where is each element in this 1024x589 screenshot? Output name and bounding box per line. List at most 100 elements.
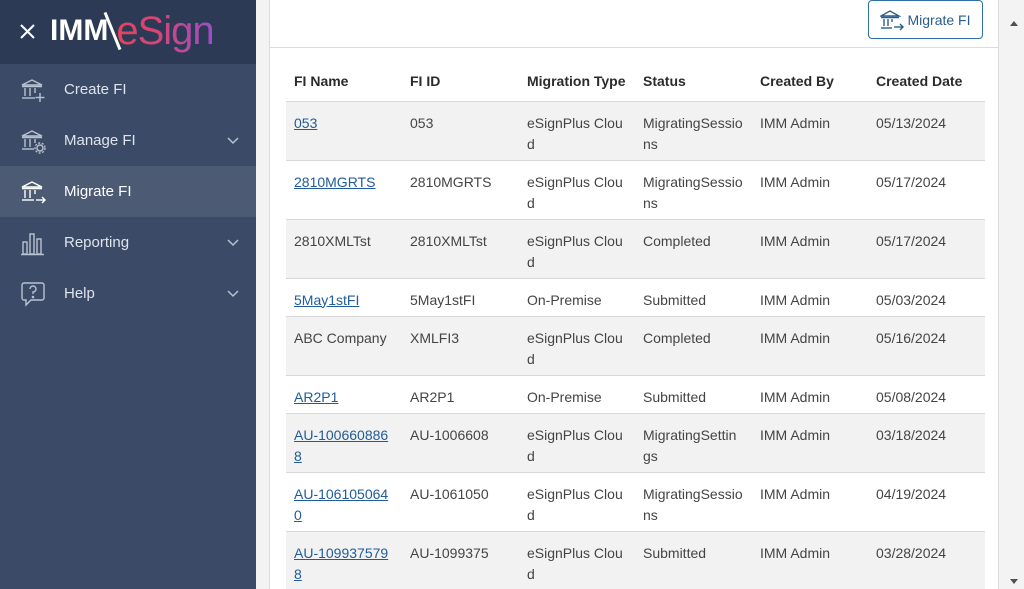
fi-name-link[interactable]: AU-1061050640: [294, 486, 388, 523]
cell-fi-id: 5May1stFI: [402, 278, 519, 317]
cell-migration-type: eSignPlus Cloud: [519, 101, 635, 161]
table-header-row: FI Name FI ID Migration Type Status Crea…: [286, 62, 985, 102]
cell-migration-type: On-Premise: [519, 375, 635, 414]
help-bubble-icon: [21, 282, 45, 307]
cell-created-by: IMM Admin: [752, 413, 868, 473]
sidebar-item-label: Help: [64, 285, 95, 302]
migrate-fi-button-label: Migrate FI: [907, 11, 971, 28]
table-row: 053 053 eSignPlus Cloud MigratingSessions IM…: [286, 101, 985, 161]
table-row: ABC Company XMLFI3 eSignPlus Cloud Complete…: [286, 316, 985, 376]
chevron-down-icon: [227, 239, 239, 247]
main-content: Migrate FI FI Name FI ID Migration Type …: [256, 0, 1024, 589]
brand-header: IMM eSign: [0, 0, 256, 64]
cell-fi-name: AU-1099375798: [286, 531, 402, 589]
table-row: 5May1stFI 5May1stFI On-Premise Submitted IMM…: [286, 278, 985, 317]
cell-status: Completed: [635, 219, 752, 279]
cell-migration-type: eSignPlus Cloud: [519, 472, 635, 532]
cell-migration-type: eSignPlus Cloud: [519, 413, 635, 473]
cell-fi-name: 5May1stFI: [286, 278, 402, 317]
table-body: 053 053 eSignPlus Cloud MigratingSessions IM…: [286, 101, 985, 589]
cell-created-by: IMM Admin: [752, 101, 868, 161]
cell-fi-id: AU-1006608: [402, 413, 519, 473]
fi-name-link[interactable]: 5May1stFI: [294, 292, 359, 308]
sidebar-item-label: Create FI: [64, 81, 127, 98]
panel-toolbar: Migrate FI: [270, 0, 998, 48]
cell-fi-id: 053: [402, 101, 519, 161]
cell-fi-name: 2810XMLTst: [286, 219, 402, 279]
cell-created-by: IMM Admin: [752, 531, 868, 589]
column-header-created-date[interactable]: Created Date: [868, 62, 985, 102]
column-header-migration-type[interactable]: Migration Type: [519, 62, 635, 102]
cell-status: Completed: [635, 316, 752, 376]
cell-created-by: IMM Admin: [752, 375, 868, 414]
sidebar-item-create-fi[interactable]: Create FI: [0, 64, 256, 115]
logo-prefix: IMM: [50, 14, 109, 47]
cell-migration-type: On-Premise: [519, 278, 635, 317]
sidebar-item-help[interactable]: Help: [0, 268, 256, 319]
table-row: AU-1099375798 AU-1099375 eSignPlus Cloud Su…: [286, 531, 985, 589]
imm-esign-logo: IMM eSign: [50, 6, 215, 56]
cell-status: Submitted: [635, 531, 752, 589]
migration-panel: Migrate FI FI Name FI ID Migration Type …: [269, 0, 999, 589]
fi-name-link[interactable]: AR2P1: [294, 389, 338, 405]
cell-status: MigratingSettings: [635, 413, 752, 473]
cell-fi-id: AR2P1: [402, 375, 519, 414]
fi-name-link[interactable]: 2810MGRTS: [294, 174, 375, 190]
chevron-down-icon: [227, 290, 239, 298]
cell-created-by: IMM Admin: [752, 160, 868, 220]
cell-fi-id: AU-1061050: [402, 472, 519, 532]
cell-migration-type: eSignPlus Cloud: [519, 160, 635, 220]
cell-fi-name: AR2P1: [286, 375, 402, 414]
cell-migration-type: eSignPlus Cloud: [519, 219, 635, 279]
table-row: AU-1006608868 AU-1006608 eSignPlus Cloud Mi…: [286, 413, 985, 473]
table-row: 2810XMLTst 2810XMLTst eSignPlus Cloud Compl…: [286, 219, 985, 279]
cell-fi-id: 2810XMLTst: [402, 219, 519, 279]
cell-status: Submitted: [635, 375, 752, 414]
cell-created-by: IMM Admin: [752, 278, 868, 317]
column-header-fi-name[interactable]: FI Name: [286, 62, 402, 102]
cell-fi-id: 2810MGRTS: [402, 160, 519, 220]
cell-status: MigratingSessions: [635, 101, 752, 161]
cell-created-date: 05/08/2024: [868, 375, 985, 414]
cell-created-date: 05/17/2024: [868, 219, 985, 279]
fi-name-link[interactable]: 053: [294, 115, 317, 131]
bank-plus-icon: [21, 79, 45, 102]
bank-arrow-icon: [21, 181, 46, 204]
sidebar-item-manage-fi[interactable]: Manage FI: [0, 115, 256, 166]
fi-name-link[interactable]: AU-1006608868: [294, 427, 388, 464]
sidebar-item-label: Manage FI: [64, 132, 136, 149]
cell-fi-name: 053: [286, 101, 402, 161]
column-header-status[interactable]: Status: [635, 62, 752, 102]
cell-created-date: 05/16/2024: [868, 316, 985, 376]
sidebar-item-migrate-fi[interactable]: Migrate FI: [0, 166, 256, 217]
sidebar-item-label: Migrate FI: [64, 183, 132, 200]
table-row: AU-1061050640 AU-1061050 eSignPlus Cloud Mi…: [286, 472, 985, 532]
cell-migration-type: eSignPlus Cloud: [519, 316, 635, 376]
cell-fi-id: AU-1099375: [402, 531, 519, 589]
bar-chart-icon: [21, 233, 44, 256]
cell-fi-name: AU-1006608868: [286, 413, 402, 473]
scroll-down-arrow-icon[interactable]: [1010, 579, 1018, 584]
cell-created-date: 05/17/2024: [868, 160, 985, 220]
bank-arrow-icon: [880, 9, 905, 30]
sidebar: IMM eSign Create FI Manage FI Migrate FI…: [0, 0, 256, 589]
scroll-up-arrow-icon[interactable]: [1010, 21, 1018, 26]
chevron-down-icon: [227, 137, 239, 145]
scroll-track[interactable]: [1007, 32, 1016, 572]
table-row: 2810MGRTS 2810MGRTS eSignPlus Cloud Migrati…: [286, 160, 985, 220]
column-header-created-by[interactable]: Created By: [752, 62, 868, 102]
migrate-fi-button[interactable]: Migrate FI: [868, 0, 983, 39]
sidebar-item-reporting[interactable]: Reporting: [0, 217, 256, 268]
close-icon[interactable]: [18, 21, 38, 41]
cell-fi-name: ABC Company: [286, 316, 402, 376]
cell-status: MigratingSessions: [635, 472, 752, 532]
cell-created-date: 04/19/2024: [868, 472, 985, 532]
cell-created-by: IMM Admin: [752, 472, 868, 532]
page-scrollbar[interactable]: [999, 0, 1024, 589]
cell-status: MigratingSessions: [635, 160, 752, 220]
column-header-fi-id[interactable]: FI ID: [402, 62, 519, 102]
cell-fi-name: AU-1061050640: [286, 472, 402, 532]
cell-migration-type: eSignPlus Cloud: [519, 531, 635, 589]
bank-gear-icon: [21, 130, 46, 154]
fi-name-link[interactable]: AU-1099375798: [294, 545, 388, 582]
